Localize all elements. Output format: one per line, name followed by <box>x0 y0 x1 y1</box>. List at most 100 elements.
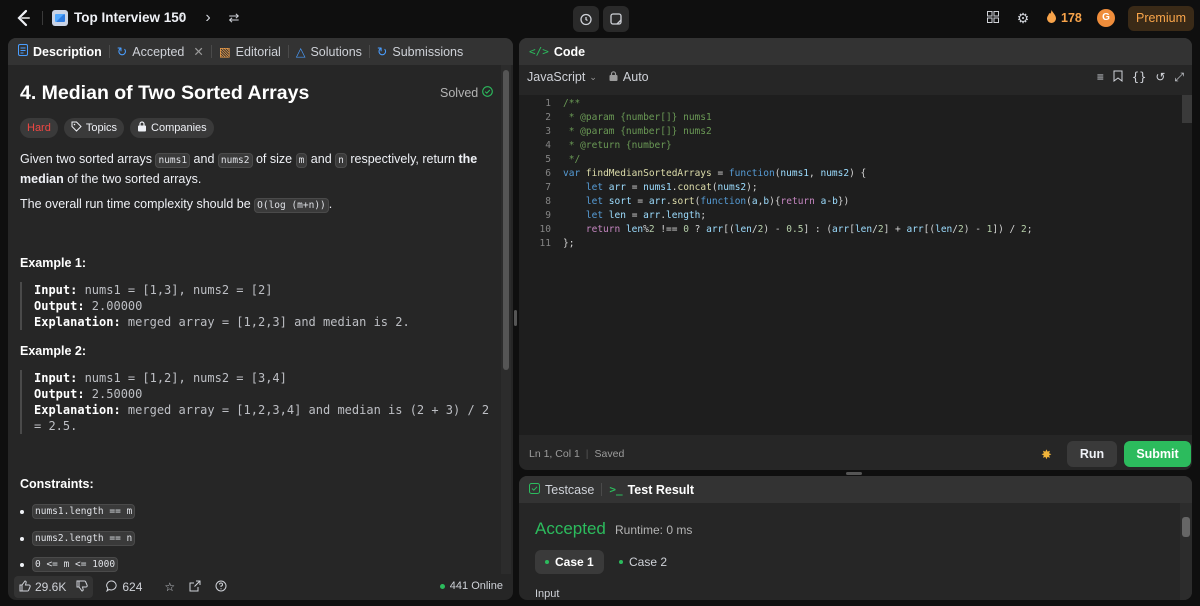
inline-code: O(log (m+n)) <box>254 198 329 213</box>
tab-accepted[interactable]: ↻ Accepted ✕ <box>116 44 204 60</box>
explanation-label: Explanation: <box>34 315 121 329</box>
horizontal-resize-handle[interactable] <box>846 472 862 475</box>
tab-submissions[interactable]: ↻ Submissions <box>377 44 463 60</box>
study-plan-title[interactable]: Top Interview 150 <box>74 10 186 25</box>
problem-description: 4. Median of Two Sorted Arrays Solved Ha… <box>8 65 501 574</box>
scrollbar-thumb[interactable] <box>1182 517 1190 537</box>
line-number: 9 <box>545 210 551 221</box>
code-line: 11}; <box>519 237 1179 251</box>
notes-icon[interactable] <box>603 6 629 32</box>
share-icon <box>189 580 201 595</box>
fullscreen-icon[interactable]: ⤢ <box>1174 70 1184 85</box>
favorite-button[interactable]: ☆ <box>159 576 180 598</box>
bookmark-icon[interactable] <box>1113 70 1123 85</box>
divider <box>42 11 43 25</box>
runtime-label: Runtime: 0 ms <box>615 523 693 537</box>
constraints-heading: Constraints: <box>20 477 94 491</box>
history-icon: ↻ <box>116 45 128 59</box>
like-button[interactable]: 29.6K <box>14 576 71 598</box>
premium-button[interactable]: Premium <box>1128 6 1194 31</box>
shuffle-icon[interactable]: ⇄ <box>224 8 244 28</box>
example-explanation: Explanation: merged array = [1,2,3] and … <box>34 314 490 330</box>
code-line: 1/** <box>519 97 1179 111</box>
language-selector[interactable]: JavaScript ⌄ <box>527 70 597 84</box>
line-number: 4 <box>545 140 551 151</box>
difficulty-badge: Hard <box>20 118 58 138</box>
tab-code[interactable]: </> Code <box>529 45 585 59</box>
vertical-resize-handle[interactable] <box>514 310 517 326</box>
example-input: Input: nums1 = [1,2], nums2 = [3,4] <box>34 370 490 386</box>
tab-accepted-label: Accepted <box>132 44 185 59</box>
output-value: 2.50000 <box>84 387 143 401</box>
prev-question-icon[interactable]: ‹ <box>171 8 191 28</box>
thumbs-down-icon <box>76 580 89 595</box>
constraint-item: 0 <= m <= 1000 <box>20 557 119 572</box>
thumbs-up-icon <box>19 579 31 595</box>
editor-actions: ≡ {} ↺ ⤢ <box>1097 70 1184 85</box>
divider <box>287 45 289 58</box>
streak-counter[interactable]: 178 <box>1046 10 1082 26</box>
share-button[interactable] <box>184 576 206 598</box>
leetcode-logo-icon[interactable] <box>14 8 34 28</box>
format-lines-icon[interactable]: ≡ <box>1097 70 1104 85</box>
close-tab-icon[interactable]: ✕ <box>193 44 203 59</box>
topics-chip[interactable]: Topics <box>63 118 125 138</box>
problem-tags: Hard Topics Companies <box>20 118 214 138</box>
example-2-heading: Example 2: <box>20 344 87 358</box>
tab-test-result-label: Test Result <box>627 482 695 497</box>
topics-label: Topics <box>85 122 118 134</box>
user-avatar[interactable]: G <box>1097 9 1115 27</box>
case-2-tab[interactable]: Case 2 <box>609 550 677 574</box>
input-value: nums1 = [1,2], nums2 = [3,4] <box>77 371 287 385</box>
line-number: 2 <box>545 112 551 123</box>
editor-scrollbar[interactable] <box>1182 95 1192 123</box>
output-value: 2.00000 <box>84 299 143 313</box>
editor-statusbar: Ln 1, Col 1 | Saved <box>529 448 624 460</box>
solved-status: Solved <box>440 86 494 100</box>
tab-solutions-label: Solutions <box>310 44 362 59</box>
tab-description-label: Description <box>33 44 102 59</box>
problem-title[interactable]: 4. Median of Two Sorted Arrays <box>20 82 309 105</box>
result-scrollbar[interactable] <box>1180 503 1192 600</box>
statement-text: of size <box>252 152 296 166</box>
inline-code: nums2 <box>217 153 253 168</box>
run-button[interactable]: Run <box>1067 441 1117 467</box>
next-question-icon[interactable]: › <box>198 8 218 28</box>
line-number: 8 <box>545 196 551 207</box>
tab-editorial[interactable]: ▧ Editorial <box>218 44 281 60</box>
code-line: 2 * @param {number[]} nums1 <box>519 111 1179 125</box>
solved-label: Solved <box>440 86 479 100</box>
dislike-button[interactable] <box>71 576 93 598</box>
reset-icon[interactable]: ↺ <box>1155 70 1165 85</box>
timer-icon[interactable] <box>573 6 599 32</box>
scrollbar-thumb[interactable] <box>503 70 509 370</box>
help-button[interactable] <box>210 576 232 598</box>
book-icon: ▧ <box>218 45 231 59</box>
tab-testcase[interactable]: Testcase <box>529 482 594 497</box>
braces-icon[interactable]: {} <box>1132 70 1146 85</box>
comments-button[interactable]: 624 <box>101 576 147 598</box>
settings-gear-icon[interactable]: ⚙ <box>1014 9 1032 27</box>
case-1-tab[interactable]: Case 1 <box>535 550 604 574</box>
flask-icon: △ <box>295 45 306 59</box>
debug-bug-icon[interactable]: ✸ <box>1041 447 1052 463</box>
tab-test-result[interactable]: >_ Test Result <box>609 483 694 497</box>
online-count: 441 Online <box>439 580 503 592</box>
code-editor[interactable]: 1/** 2 * @param {number[]} nums1 3 * @pa… <box>519 95 1192 435</box>
code-line: 6 var findMedianSortedArrays = function(n… <box>519 167 1179 181</box>
submit-button[interactable]: Submit <box>1124 441 1191 467</box>
example-explanation: Explanation: merged array = [1,2,3,4] an… <box>34 402 490 434</box>
tab-solutions[interactable]: △ Solutions <box>295 44 362 60</box>
comment-icon <box>106 580 118 595</box>
checkbox-icon <box>529 482 540 497</box>
autocomplete-mode[interactable]: Auto <box>609 70 649 84</box>
study-plan-icon[interactable] <box>52 10 68 26</box>
tab-description[interactable]: Description <box>18 44 102 59</box>
case-label: Case 2 <box>629 555 668 569</box>
chevron-down-icon: ⌄ <box>589 71 597 82</box>
layout-grid-icon[interactable] <box>984 9 1002 27</box>
description-tabbar: Description ↻ Accepted ✕ ▧ Editorial △ S… <box>8 38 513 65</box>
companies-chip[interactable]: Companies <box>130 118 214 138</box>
description-scrollbar[interactable] <box>501 65 511 574</box>
editor-toolbar: JavaScript ⌄ Auto ≡ {} ↺ ⤢ <box>519 65 1192 89</box>
